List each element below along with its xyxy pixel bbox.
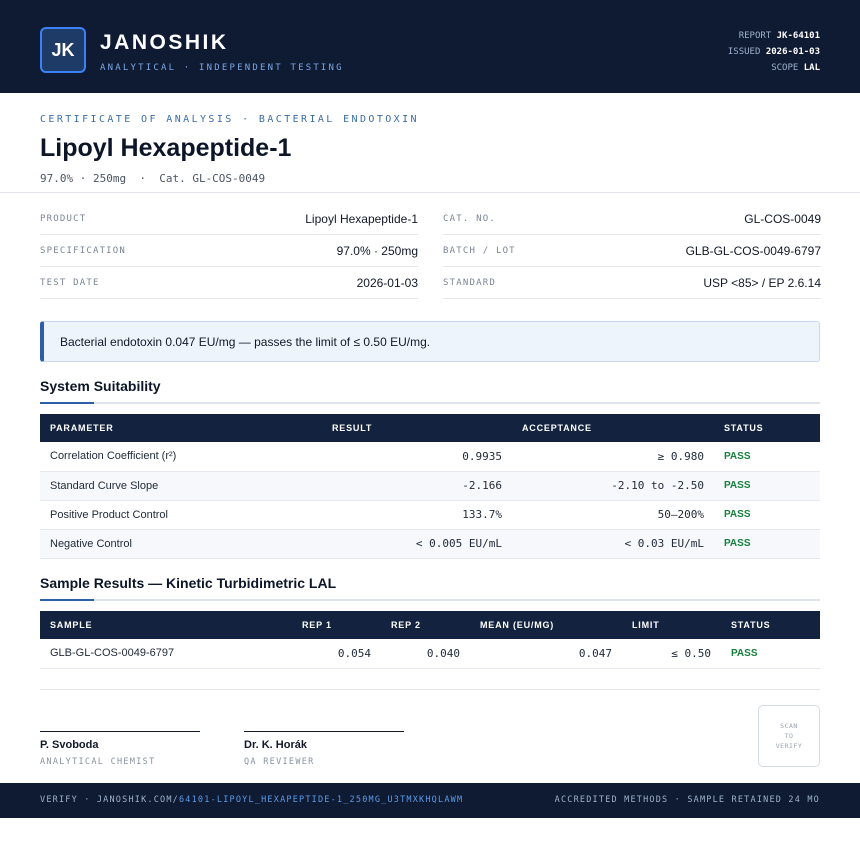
status-badge: PASS bbox=[714, 471, 820, 501]
info-column-right: CAT. NO. GL-COS-0049 BATCH / LOT GLB-GL-… bbox=[443, 203, 821, 299]
column-header: SAMPLE bbox=[50, 620, 93, 630]
status-badge: PASS bbox=[714, 500, 820, 530]
signature-block: P. Svoboda ANALYTICAL CHEMIST bbox=[40, 731, 200, 767]
section-title-sample-results: Sample Results — Kinetic Turbidimetric L… bbox=[40, 575, 337, 591]
table-header-row: SAMPLE REP 1 REP 2 MEAN (EU/MG) LIMIT ST… bbox=[40, 611, 820, 639]
column-header: REP 1 bbox=[302, 620, 332, 630]
column-header: REP 2 bbox=[391, 620, 421, 630]
column-header: PARAMETER bbox=[50, 423, 114, 433]
sample-results-table: SAMPLE REP 1 REP 2 MEAN (EU/MG) LIMIT ST… bbox=[40, 611, 820, 669]
report-header: JK JANOSHIK ANALYTICAL · INDEPENDENT TES… bbox=[0, 0, 860, 93]
footer-note: ACCREDITED METHODS · SAMPLE RETAINED 24 … bbox=[554, 795, 820, 805]
document-kicker: CERTIFICATE OF ANALYSIS · BACTERIAL ENDO… bbox=[40, 114, 419, 125]
verify-url[interactable]: 64101-LIPOYL_HEXAPEPTIDE-1_250MG_U3TMXKH… bbox=[179, 795, 463, 805]
status-badge: PASS bbox=[721, 639, 820, 669]
report-meta: REPORT JK-64101 ISSUED 2026-01-03 SCOPE … bbox=[728, 28, 820, 76]
column-header: STATUS bbox=[731, 620, 771, 630]
section-rule bbox=[40, 599, 820, 601]
divider bbox=[0, 192, 860, 193]
signatory-name: P. Svoboda bbox=[40, 739, 99, 751]
signatory-name: Dr. K. Horák bbox=[244, 739, 307, 751]
column-header: LIMIT bbox=[632, 620, 660, 630]
column-header: RESULT bbox=[332, 423, 373, 433]
scope-line: SCOPE LAL bbox=[771, 63, 820, 73]
info-row-cat-no: CAT. NO. GL-COS-0049 bbox=[443, 203, 821, 235]
info-column-left: PRODUCT Lipoyl Hexapeptide-1 SPECIFICATI… bbox=[40, 203, 418, 299]
brand-tagline: ANALYTICAL · INDEPENDENT TESTING bbox=[100, 63, 344, 73]
info-row-test-date: TEST DATE 2026-01-03 bbox=[40, 267, 418, 299]
status-badge: PASS bbox=[714, 529, 820, 559]
signature-block: Dr. K. Horák QA REVIEWER bbox=[244, 731, 404, 767]
issued-line: ISSUED 2026-01-03 bbox=[727, 47, 820, 57]
info-row-product: PRODUCT Lipoyl Hexapeptide-1 bbox=[40, 203, 418, 235]
table-header-row: PARAMETER RESULT ACCEPTANCE STATUS bbox=[40, 414, 820, 442]
column-header: ACCEPTANCE bbox=[522, 423, 592, 433]
signature-line bbox=[244, 731, 404, 732]
table-row: Negative Control < 0.005 EU/mL < 0.03 EU… bbox=[40, 529, 820, 559]
table-row: GLB-GL-COS-0049-6797 0.054 0.040 0.047 ≤… bbox=[40, 639, 820, 669]
report-footer: VERIFY · JANOSHIK.COM/64101-LIPOYL_HEXAP… bbox=[0, 783, 860, 818]
signatory-role: ANALYTICAL CHEMIST bbox=[40, 757, 156, 767]
divider bbox=[40, 689, 820, 690]
column-header: STATUS bbox=[724, 423, 764, 433]
report-id: JK-64101 bbox=[776, 31, 820, 41]
column-header: MEAN (EU/MG) bbox=[480, 620, 555, 630]
page-title: Lipoyl Hexapeptide-1 bbox=[40, 134, 292, 162]
scope-value: LAL bbox=[803, 63, 820, 73]
table-row: Standard Curve Slope -2.166 -2.10 to -2.… bbox=[40, 471, 820, 501]
table-row: Positive Product Control 133.7% 50–200% … bbox=[40, 500, 820, 530]
info-row-batch-lot: BATCH / LOT GLB-GL-COS-0049-6797 bbox=[443, 235, 821, 267]
signature-line bbox=[40, 731, 200, 732]
info-row-specification: SPECIFICATION 97.0% · 250mg bbox=[40, 235, 418, 267]
section-title-system-suitability: System Suitability bbox=[40, 378, 161, 394]
brand-logo: JK bbox=[40, 27, 86, 73]
info-row-standard: STANDARD USP <85> / EP 2.6.14 bbox=[443, 267, 821, 299]
signatory-role: QA REVIEWER bbox=[244, 757, 315, 767]
status-badge: PASS bbox=[714, 442, 820, 472]
verify-link[interactable]: VERIFY · JANOSHIK.COM/64101-LIPOYL_HEXAP… bbox=[40, 795, 463, 805]
verify-qr-placeholder[interactable]: SCAN TO VERIFY bbox=[758, 705, 820, 767]
issued-date: 2026-01-03 bbox=[765, 47, 820, 57]
document-subtitle: 97.0% · 250mg · Cat. GL-COS-0049 bbox=[40, 172, 266, 185]
table-row: Correlation Coefficient (r²) 0.9935 ≥ 0.… bbox=[40, 442, 820, 472]
result-summary-notice: Bacterial endotoxin 0.047 EU/mg — passes… bbox=[40, 321, 820, 362]
section-rule bbox=[40, 402, 820, 404]
report-id-line: REPORT JK-64101 bbox=[738, 31, 820, 41]
brand-name: JANOSHIK bbox=[100, 31, 229, 54]
system-suitability-table: PARAMETER RESULT ACCEPTANCE STATUS Corre… bbox=[40, 414, 820, 559]
